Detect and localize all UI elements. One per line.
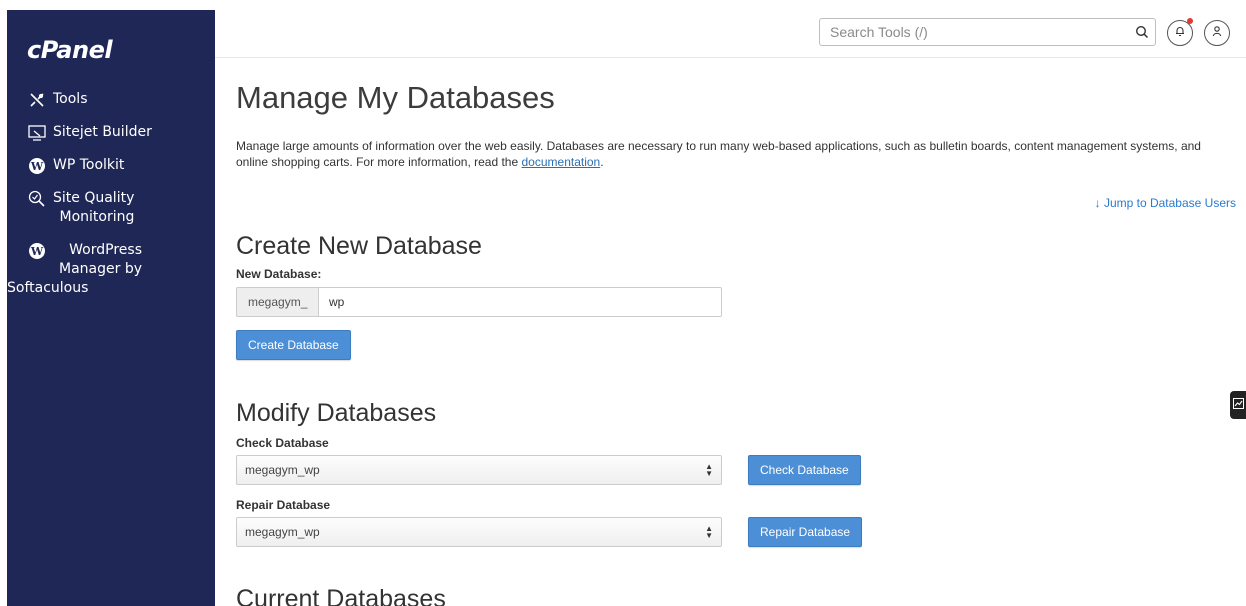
sidebar-item-label: WP Toolkit: [53, 157, 125, 173]
chart-icon: [1232, 396, 1244, 414]
repair-database-selected: megagym_wp: [245, 525, 320, 539]
modify-databases-heading: Modify Databases: [236, 399, 437, 427]
check-database-select[interactable]: megagym_wp ▲ ▼: [236, 455, 722, 485]
select-arrows-icon: ▲ ▼: [705, 462, 713, 478]
create-database-button[interactable]: Create Database: [236, 330, 351, 360]
new-database-input[interactable]: [318, 287, 722, 317]
bell-icon: [1174, 24, 1186, 42]
repair-database-label: Repair Database: [236, 498, 331, 512]
svg-text:W: W: [30, 160, 44, 173]
wordpress-icon: W: [27, 156, 47, 175]
repair-database-select[interactable]: megagym_wp ▲ ▼: [236, 517, 722, 547]
new-database-label: New Database:: [236, 267, 322, 281]
jump-to-database-users-link[interactable]: ↓ Jump to Database Users: [1095, 196, 1236, 210]
page-title: Manage My Databases: [236, 80, 555, 115]
notification-dot: [1187, 18, 1193, 24]
page-description: Manage large amounts of information over…: [236, 138, 1226, 170]
sidebar: cPanel Tools Sitejet Builder W WP Toolki…: [7, 10, 215, 606]
cpanel-logo[interactable]: cPanel: [27, 36, 113, 64]
sidebar-item-site-quality-monitoring[interactable]: Site Quality Monitoring: [7, 189, 215, 227]
sidebar-item-label-line2: Monitoring: [59, 209, 135, 225]
documentation-link[interactable]: documentation: [522, 155, 601, 169]
check-database-label: Check Database: [236, 436, 329, 450]
check-database-selected: megagym_wp: [245, 463, 320, 477]
new-database-input-group: megagym_: [236, 287, 722, 317]
sidebar-item-sitejet-builder[interactable]: Sitejet Builder: [7, 123, 215, 142]
select-arrows-icon: ▲ ▼: [705, 524, 713, 540]
sidebar-item-tools[interactable]: Tools: [7, 90, 215, 109]
arrow-down-icon: ↓: [1094, 196, 1101, 210]
jump-link-label: Jump to Database Users: [1103, 196, 1236, 210]
user-menu-button[interactable]: [1204, 20, 1230, 46]
database-prefix: megagym_: [236, 287, 318, 317]
tools-icon: [27, 90, 47, 109]
create-database-heading: Create New Database: [236, 232, 482, 260]
sidebar-item-label-line3: Softaculous: [7, 280, 89, 296]
sidebar-item-label: Sitejet Builder: [53, 124, 152, 140]
check-database-button[interactable]: Check Database: [748, 455, 861, 485]
search-input[interactable]: [820, 19, 1129, 45]
sidebar-item-label: Site Quality: [53, 190, 135, 206]
sidebar-item-label: Tools: [53, 91, 88, 107]
sidebar-nav: Tools Sitejet Builder W WP Toolkit Site …: [7, 90, 215, 312]
sidebar-item-wordpress-manager[interactable]: W WordPress Manager by Softaculous: [7, 241, 215, 298]
site-quality-icon: [27, 189, 47, 208]
current-databases-heading: Current Databases: [236, 585, 446, 606]
repair-database-button[interactable]: Repair Database: [748, 517, 863, 547]
sidebar-item-label-line2: Manager by: [59, 261, 142, 277]
wordpress-manager-icon: W: [27, 241, 47, 260]
sitejet-icon: [27, 123, 47, 142]
svg-text:W: W: [30, 245, 44, 258]
notifications-button[interactable]: [1167, 18, 1193, 46]
sidebar-item-wp-toolkit[interactable]: W WP Toolkit: [7, 156, 215, 175]
user-icon: [1211, 24, 1223, 42]
stats-widget-button[interactable]: [1230, 391, 1246, 419]
sidebar-item-label: WordPress: [69, 242, 142, 258]
search-icon[interactable]: [1129, 19, 1155, 45]
top-header: [215, 10, 1246, 58]
description-text: Manage large amounts of information over…: [236, 139, 1201, 169]
search-box[interactable]: [819, 18, 1156, 46]
description-end: .: [600, 155, 604, 169]
